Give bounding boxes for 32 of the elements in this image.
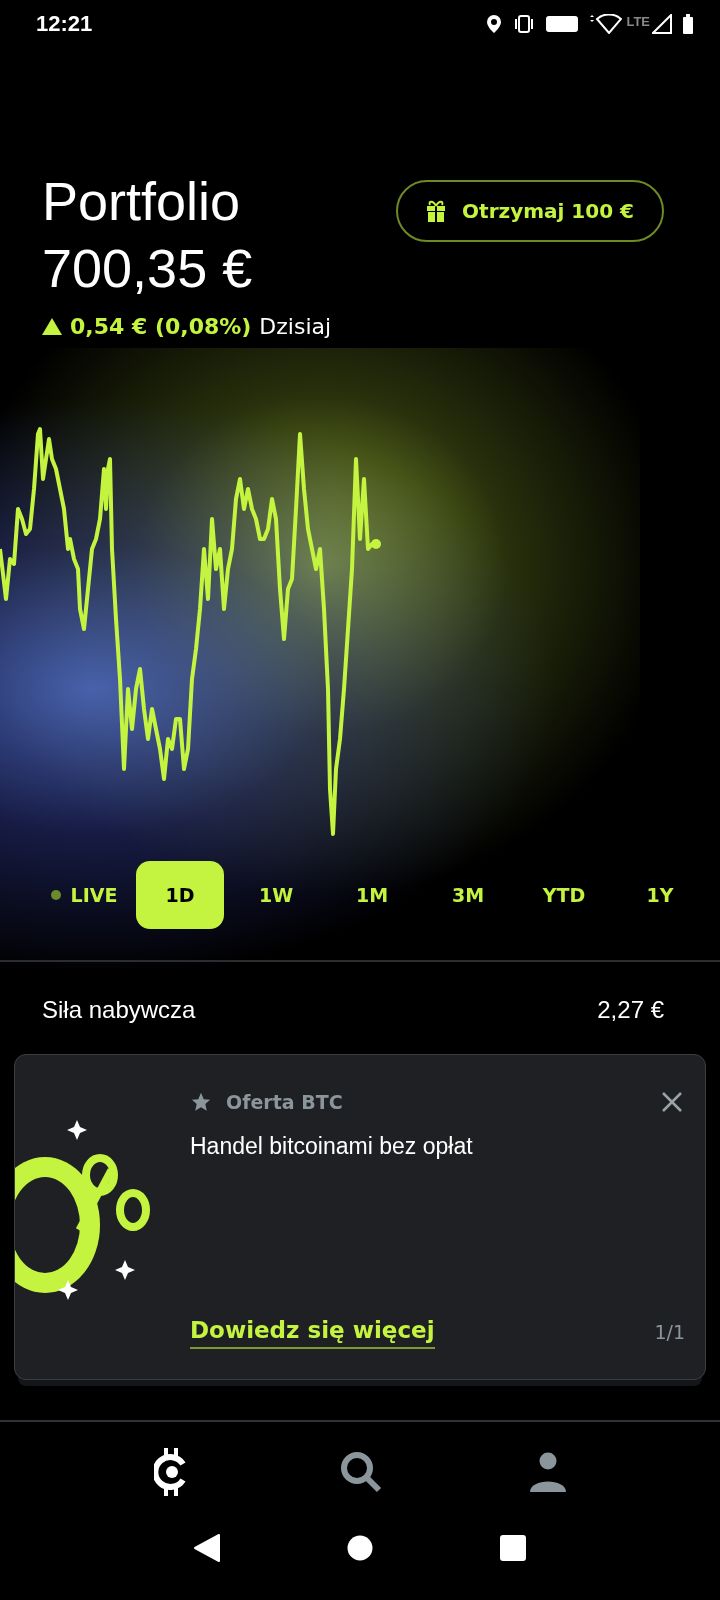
back-icon[interactable] [193, 1534, 220, 1562]
status-time: 12:21 [36, 11, 93, 37]
range-tab[interactable]: 1Y [616, 861, 704, 929]
promo-text: Handel bitcoinami bez opłat [190, 1133, 474, 1160]
range-tab[interactable]: YTD [520, 861, 608, 929]
range-tab[interactable]: 1M [328, 861, 416, 929]
learn-more-link[interactable]: Dowiedz się więcej [190, 1317, 435, 1349]
portfolio-value: 700,35 € [42, 237, 254, 300]
range-tab[interactable]: 1W [232, 861, 320, 929]
range-tab[interactable]: 1D [136, 861, 224, 929]
page-title: Portfolio [42, 170, 242, 232]
gift-icon [426, 200, 447, 222]
signal-icon [652, 14, 672, 34]
promo-tag: Oferta BTC [226, 1091, 343, 1113]
range-tab[interactable]: LIVE [40, 861, 128, 929]
change-amount: 0,54 € (0,08%) [70, 314, 252, 339]
search-icon [340, 1451, 382, 1493]
change-period: Dzisiaj [259, 314, 332, 339]
range-tab[interactable]: 3M [424, 861, 512, 929]
recents-icon[interactable] [500, 1535, 527, 1561]
person-icon [530, 1452, 566, 1492]
wifi-icon [588, 14, 623, 34]
close-icon[interactable] [661, 1091, 683, 1113]
network-type: LTE [626, 14, 650, 29]
star-icon [190, 1091, 212, 1113]
referral-button[interactable]: Otrzymaj 100 € [396, 180, 664, 242]
home-icon[interactable] [347, 1535, 373, 1561]
buying-power-label: Siła nabywcza [42, 996, 196, 1024]
battery-icon [682, 14, 694, 34]
location-icon [486, 14, 503, 34]
page-indicator: 1/1 [654, 1321, 685, 1345]
buying-power-value: 2,27 € [597, 996, 664, 1024]
